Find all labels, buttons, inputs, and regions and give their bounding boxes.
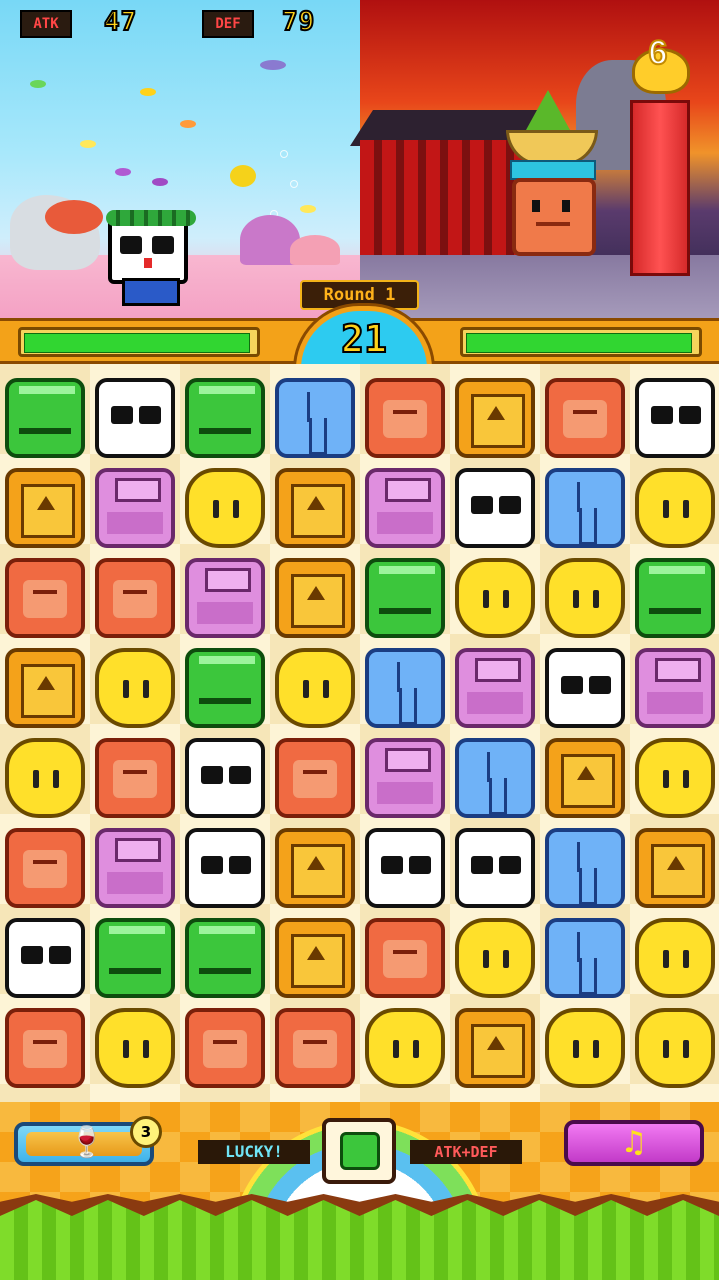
giraffe-tile[interactable] (455, 918, 535, 998)
giraffe-tile[interactable] (545, 558, 625, 638)
panda-tile[interactable] (95, 378, 175, 458)
elephant-tile[interactable] (545, 828, 625, 908)
elephant-tile[interactable] (545, 918, 625, 998)
monkey-tile[interactable] (5, 828, 85, 908)
atk-label: ATK (20, 10, 72, 38)
music-button[interactable]: ♫ (564, 1120, 704, 1166)
item-count-badge: 3 (130, 1116, 162, 1148)
battle-arena: 6 ATK 47 DEF 79 Round 1 (0, 0, 719, 340)
lucky-label: LUCKY! (198, 1140, 310, 1164)
def-label: DEF (202, 10, 254, 38)
frog-tile[interactable] (185, 918, 265, 998)
lion-tile[interactable] (275, 558, 355, 638)
lion-tile[interactable] (5, 468, 85, 548)
player-hp-bar (18, 327, 260, 357)
lion-tile[interactable] (455, 1008, 535, 1088)
monkey-tile[interactable] (5, 558, 85, 638)
elephant-tile[interactable] (455, 738, 535, 818)
lion-tile[interactable] (275, 468, 355, 548)
giraffe-tile[interactable] (635, 918, 715, 998)
timer-value: 21 (340, 316, 388, 362)
panda-tile[interactable] (365, 828, 445, 908)
frog-tile[interactable] (185, 648, 265, 728)
monkey-tile[interactable] (95, 558, 175, 638)
atk-value: 47 (103, 6, 138, 38)
giraffe-tile[interactable] (275, 648, 355, 728)
lion-tile[interactable] (635, 828, 715, 908)
hippo-tile[interactable] (95, 468, 175, 548)
music-note-icon: ♫ (620, 1125, 648, 1160)
frog-tile[interactable] (95, 918, 175, 998)
hippo-tile[interactable] (365, 468, 445, 548)
giraffe-tile[interactable] (5, 738, 85, 818)
giraffe-tile[interactable] (95, 648, 175, 728)
monkey-tile[interactable] (275, 738, 355, 818)
panda-tile[interactable] (185, 738, 265, 818)
elephant-tile[interactable] (275, 378, 355, 458)
frog-tile[interactable] (5, 378, 85, 458)
frog-icon (340, 1132, 380, 1170)
hippo-tile[interactable] (95, 828, 175, 908)
def-value: 79 (281, 6, 316, 38)
hippo-tile[interactable] (185, 558, 265, 638)
giraffe-tile[interactable] (635, 738, 715, 818)
giraffe-tile[interactable] (365, 1008, 445, 1088)
monkey-tile[interactable] (275, 1008, 355, 1088)
panda-tile[interactable] (5, 918, 85, 998)
giraffe-tile[interactable] (545, 1008, 625, 1088)
lion-tile[interactable] (275, 918, 355, 998)
frog-tile[interactable] (185, 378, 265, 458)
player-hp-fill (24, 333, 250, 353)
lion-tile[interactable] (455, 378, 535, 458)
wine-glass-icon: 🍷 (68, 1125, 106, 1160)
monkey-tile[interactable] (95, 738, 175, 818)
frog-tile[interactable] (635, 558, 715, 638)
panda-tile[interactable] (455, 828, 535, 908)
giraffe-tile[interactable] (635, 468, 715, 548)
monkey-tile[interactable] (185, 1008, 265, 1088)
monkey-tile[interactable] (545, 378, 625, 458)
enemy-hp-fill (466, 333, 692, 353)
hippo-tile[interactable] (455, 648, 535, 728)
enemy-hp-bar (460, 327, 702, 357)
hippo-tile[interactable] (365, 738, 445, 818)
lucky-effect-label: ATK+DEF (410, 1140, 522, 1164)
monkey-tile[interactable] (365, 378, 445, 458)
elephant-tile[interactable] (545, 468, 625, 548)
lion-tile[interactable] (545, 738, 625, 818)
panda-tile[interactable] (455, 468, 535, 548)
frog-tile[interactable] (365, 558, 445, 638)
giraffe-tile[interactable] (185, 468, 265, 548)
giraffe-tile[interactable] (95, 1008, 175, 1088)
puzzle-board[interactable] (0, 364, 719, 1102)
panda-tile[interactable] (635, 378, 715, 458)
giraffe-tile[interactable] (455, 558, 535, 638)
lion-tile[interactable] (275, 828, 355, 908)
giraffe-tile[interactable] (635, 1008, 715, 1088)
monkey-tile[interactable] (365, 918, 445, 998)
lucky-animal-tile (322, 1118, 396, 1184)
hippo-tile[interactable] (635, 648, 715, 728)
panda-tile[interactable] (545, 648, 625, 728)
lion-tile[interactable] (5, 648, 85, 728)
panda-tile[interactable] (185, 828, 265, 908)
monkey-tile[interactable] (5, 1008, 85, 1088)
elephant-tile[interactable] (365, 648, 445, 728)
